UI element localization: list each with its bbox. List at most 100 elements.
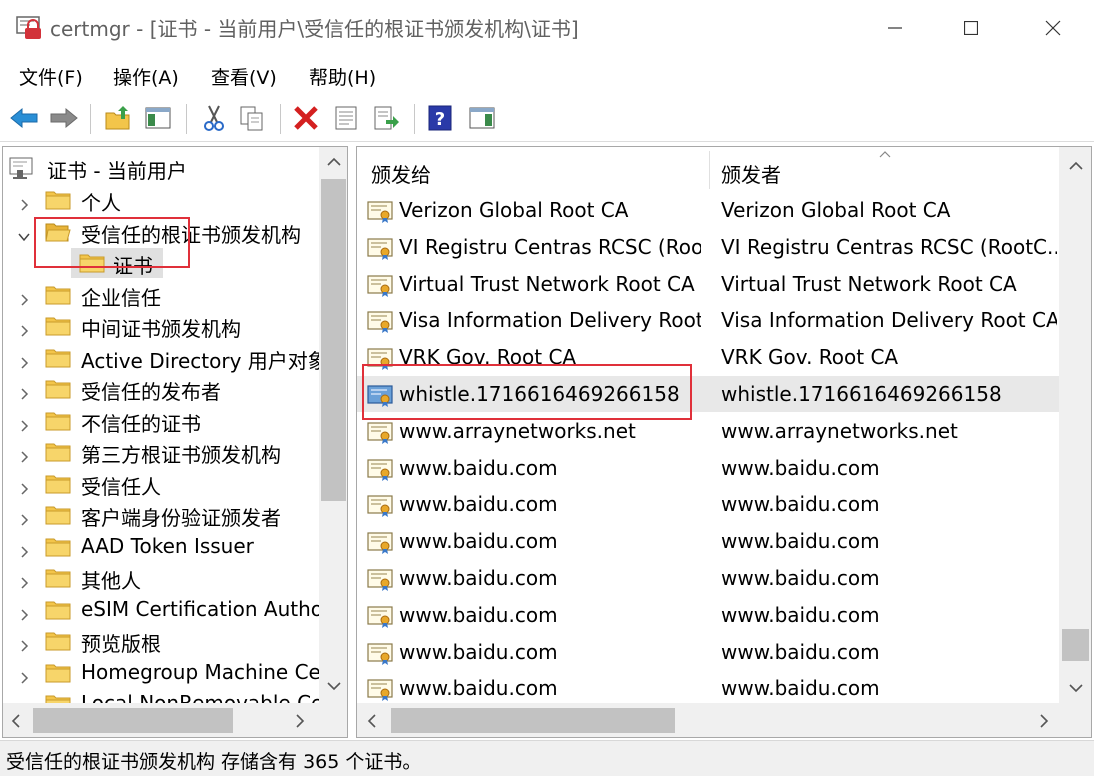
- column-header-issued-to[interactable]: 颁发给: [371, 147, 707, 191]
- sort-indicator-icon: [879, 151, 891, 158]
- chevron-right-icon[interactable]: [17, 414, 31, 432]
- list-horizontal-scrollbar[interactable]: [357, 703, 1091, 737]
- chevron-right-icon[interactable]: [17, 666, 31, 684]
- export-list-icon[interactable]: [370, 102, 402, 134]
- chevron-right-icon[interactable]: [17, 540, 31, 558]
- scroll-right-arrow-icon[interactable]: [295, 714, 305, 728]
- certificate-row[interactable]: VI Registru Centras RCSC (Roo... VI Regis…: [357, 229, 1059, 265]
- tree-item[interactable]: 其他人: [3, 563, 319, 593]
- certificate-row[interactable]: Virtual Trust Network Root CA Virtual Tru…: [357, 266, 1059, 302]
- window-title: certmgr - [证书 - 当前用户\受信任的根证书颁发机构\证书]: [50, 17, 579, 41]
- tree-item-label: AAD Token Issuer: [81, 533, 254, 558]
- cell-issued-to: VRK Gov. Root CA: [399, 345, 577, 370]
- menu-file[interactable]: 文件(F): [19, 63, 83, 90]
- list-scroll-thumb[interactable]: [1062, 629, 1089, 661]
- certificate-row[interactable]: VRK Gov. Root CA VRK Gov. Root CA: [357, 339, 1059, 375]
- chevron-right-icon[interactable]: [17, 634, 31, 652]
- certificate-row[interactable]: www.arraynetworks.net www.arraynetworks.n…: [357, 413, 1059, 449]
- certificate-icon: [367, 347, 395, 371]
- tree-item[interactable]: 个人: [3, 185, 319, 215]
- tree-scroll-thumb[interactable]: [321, 179, 346, 501]
- chevron-right-icon[interactable]: [17, 445, 31, 463]
- certificate-row[interactable]: www.baidu.com www.baidu.com: [357, 523, 1059, 559]
- scroll-down-arrow-icon[interactable]: [327, 681, 341, 691]
- tree-item-label: eSIM Certification Authorities: [81, 596, 348, 621]
- toolbar-separator: [280, 104, 281, 134]
- menu-action[interactable]: 操作(A): [113, 63, 179, 90]
- close-button[interactable]: [1020, 0, 1086, 56]
- certificate-row[interactable]: www.baidu.com www.baidu.com: [357, 450, 1059, 486]
- tree-hscroll-thumb[interactable]: [33, 708, 233, 733]
- certificate-row[interactable]: www.baidu.com www.baidu.com: [357, 670, 1059, 706]
- column-divider[interactable]: [709, 151, 710, 189]
- chevron-right-icon[interactable]: [17, 288, 31, 306]
- certificate-row[interactable]: Verizon Global Root CA Verizon Global Roo…: [357, 192, 1059, 228]
- tree-item[interactable]: 受信任的发布者: [3, 374, 319, 404]
- tree-item-child[interactable]: 证书: [3, 248, 319, 278]
- delete-icon[interactable]: [290, 102, 322, 134]
- forward-arrow-icon[interactable]: [48, 102, 80, 134]
- chevron-right-icon[interactable]: [17, 603, 31, 621]
- scroll-left-arrow-icon[interactable]: [367, 714, 377, 728]
- menu-help[interactable]: 帮助(H): [309, 63, 376, 90]
- chevron-right-icon[interactable]: [17, 351, 31, 369]
- tree-horizontal-scrollbar[interactable]: [3, 703, 347, 737]
- back-arrow-icon[interactable]: [8, 102, 40, 134]
- cell-issued-by: Virtual Trust Network Root CA: [721, 271, 1017, 296]
- certificate-icon: [367, 237, 395, 261]
- help-icon[interactable]: ?: [424, 102, 456, 134]
- certificate-row[interactable]: www.baidu.com www.baidu.com: [357, 560, 1059, 596]
- chevron-right-icon[interactable]: [17, 571, 31, 589]
- cell-issued-by: VI Registru Centras RCSC (RootC...: [721, 234, 1057, 259]
- minimize-button[interactable]: [862, 0, 928, 56]
- chevron-right-icon[interactable]: [17, 477, 31, 495]
- cell-issued-to: www.baidu.com: [399, 492, 558, 517]
- properties-icon[interactable]: [330, 102, 362, 134]
- tree-item[interactable]: 企业信任: [3, 280, 319, 310]
- certificate-row[interactable]: whistle.1716616469266158 whistle.17166164…: [357, 376, 1059, 412]
- certificate-icon: [367, 531, 395, 555]
- chevron-right-icon[interactable]: [17, 193, 31, 211]
- tree-item[interactable]: 预览版根: [3, 626, 319, 656]
- chevron-right-icon[interactable]: [17, 508, 31, 526]
- tree-item[interactable]: 中间证书颁发机构: [3, 311, 319, 341]
- tree-item[interactable]: Homegroup Machine Certificates: [3, 658, 347, 688]
- certificate-row[interactable]: www.baidu.com www.baidu.com: [357, 597, 1059, 633]
- tree-item[interactable]: 客户端身份验证颁发者: [3, 500, 319, 530]
- certificate-icon: [367, 678, 395, 702]
- list-hscroll-thumb[interactable]: [391, 708, 675, 733]
- tree-item[interactable]: Active Directory 用户对象: [3, 343, 328, 373]
- tree-item[interactable]: 不信任的证书: [3, 406, 319, 436]
- certificate-icon: [367, 458, 395, 482]
- scroll-left-arrow-icon[interactable]: [11, 714, 21, 728]
- maximize-button[interactable]: [938, 0, 1004, 56]
- scroll-down-arrow-icon[interactable]: [1069, 683, 1083, 693]
- cell-issued-to: www.baidu.com: [399, 676, 558, 701]
- certificate-row[interactable]: Visa Information Delivery Root... Visa In…: [357, 302, 1059, 338]
- menu-view[interactable]: 查看(V): [211, 63, 277, 90]
- cell-issued-to: Virtual Trust Network Root CA: [399, 271, 695, 296]
- tree-item[interactable]: 第三方根证书颁发机构: [3, 437, 319, 467]
- tree-root[interactable]: 证书 - 当前用户: [9, 153, 319, 183]
- tree-item[interactable]: eSIM Certification Authorities: [3, 595, 347, 625]
- scroll-up-arrow-icon[interactable]: [1069, 161, 1083, 171]
- tree-item-label: 中间证书颁发机构: [81, 317, 241, 341]
- show-hide-tree-icon[interactable]: [142, 102, 174, 134]
- cut-icon[interactable]: [198, 102, 230, 134]
- tree-item[interactable]: 受信任人: [3, 469, 319, 499]
- scroll-right-arrow-icon[interactable]: [1039, 714, 1049, 728]
- tree-item-label: 受信任人: [81, 474, 161, 499]
- tree-item[interactable]: AAD Token Issuer: [3, 532, 319, 562]
- chevron-right-icon[interactable]: [17, 382, 31, 400]
- scroll-up-arrow-icon[interactable]: [327, 157, 341, 167]
- action-pane-icon[interactable]: [466, 102, 498, 134]
- copy-icon[interactable]: [236, 102, 268, 134]
- certificate-row[interactable]: www.baidu.com www.baidu.com: [357, 486, 1059, 522]
- tree-vertical-scrollbar[interactable]: [319, 147, 347, 703]
- chevron-down-icon[interactable]: [17, 225, 31, 241]
- chevron-right-icon[interactable]: [17, 319, 31, 337]
- up-folder-icon[interactable]: [102, 102, 134, 134]
- tree-item[interactable]: 受信任的根证书颁发机构: [3, 217, 319, 247]
- certificate-row[interactable]: www.baidu.com www.baidu.com: [357, 634, 1059, 670]
- list-vertical-scrollbar[interactable]: [1059, 147, 1091, 703]
